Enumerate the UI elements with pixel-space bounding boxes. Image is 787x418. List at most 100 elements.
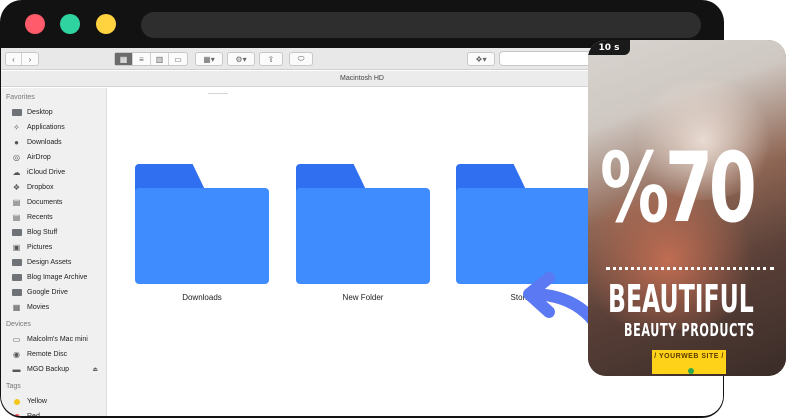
folder-name: Downloads: [182, 293, 222, 302]
tags-button[interactable]: ⬭: [289, 52, 313, 66]
maximize-window-button[interactable]: [60, 14, 80, 34]
chevron-left-icon: ‹: [12, 54, 15, 64]
sidebar-item[interactable]: ▭ Malcolm's Mac mini: [1, 332, 106, 347]
folder-name: New Folder: [342, 293, 384, 302]
dropbox-icon: ❖▾: [475, 54, 487, 64]
sidebar-item-label: Movies: [27, 304, 50, 311]
sidebar-item[interactable]: Desktop: [1, 105, 106, 120]
sidebar-item[interactable]: ● Downloads: [1, 135, 106, 150]
timer-badge: 10 s: [588, 40, 630, 55]
folder-icon: [11, 288, 22, 297]
folder-glyph: [11, 109, 22, 116]
sidebar-item-label: Dropbox: [27, 184, 54, 191]
sidebar-item[interactable]: ▣ Pictures: [1, 240, 106, 255]
tag-dot-icon: [11, 397, 22, 406]
sidebar-item-label: MGO Backup: [27, 366, 70, 373]
sidebar-item[interactable]: Red: [1, 409, 106, 416]
disc-icon: ◉: [13, 350, 20, 359]
gallery-icon: ▭: [174, 54, 182, 64]
folder-icon: [11, 258, 22, 267]
list-icon: ≡: [139, 54, 144, 64]
sidebar-item[interactable]: ▬ MGO Backup ⏏: [1, 362, 106, 377]
column-view-button[interactable]: ▥: [151, 53, 169, 65]
sidebar-item-label: AirDrop: [27, 154, 51, 161]
forward-button[interactable]: ›: [22, 53, 38, 65]
folder-glyph: [11, 229, 22, 236]
eject-icon[interactable]: ⏏: [92, 366, 98, 373]
sidebar-item[interactable]: ▤ Recents: [1, 210, 106, 225]
icon-view-button[interactable]: ▦: [115, 53, 133, 65]
folder-glyph: [11, 259, 22, 266]
recents-icon: ▤: [12, 213, 21, 222]
sidebar-item-label: Red: [27, 413, 40, 416]
promo-title: BEAUTIFUL: [608, 277, 754, 321]
applications-icon: ✧: [13, 123, 20, 132]
list-view-button[interactable]: ≡: [133, 53, 151, 65]
status-dot: [688, 368, 694, 374]
dropbox-button[interactable]: ❖▾: [467, 52, 495, 66]
group-button[interactable]: ▦▾: [195, 52, 223, 66]
minimize-window-button[interactable]: [96, 14, 116, 34]
dotted-divider: [606, 267, 774, 270]
sidebar-item[interactable]: ▦ Movies: [1, 300, 106, 315]
sidebar-item[interactable]: ▤ Documents: [1, 195, 106, 210]
desktop-icon: [11, 108, 22, 117]
sidebar-item[interactable]: ❖ Dropbox: [1, 180, 106, 195]
sidebar-item[interactable]: Blog Stuff: [1, 225, 106, 240]
dropbox-icon: ❖: [12, 183, 21, 192]
camera-icon: ▣: [12, 243, 21, 252]
nav-buttons: ‹ ›: [5, 52, 39, 66]
gallery-view-button[interactable]: ▭: [169, 53, 187, 65]
search-input[interactable]: [499, 51, 595, 66]
sidebar-section-heading: Devices: [6, 321, 31, 328]
sidebar-item-label: Blog Image Archive: [27, 274, 88, 281]
sidebar-item-label: Documents: [27, 199, 63, 206]
sidebar-item-label: Malcolm's Mac mini: [27, 336, 88, 343]
sidebar-item-label: Design Assets: [27, 259, 72, 266]
sidebar-item[interactable]: ◎ AirDrop: [1, 150, 106, 165]
folder-icon-body: [456, 188, 590, 284]
tag-color-dot: [13, 413, 20, 416]
back-button[interactable]: ‹: [6, 53, 22, 65]
action-button[interactable]: ⚙▾: [227, 52, 255, 66]
sidebar-item-label: iCloud Drive: [27, 169, 66, 176]
drive-icon: ▬: [12, 365, 21, 374]
documents-icon: ▤: [12, 198, 21, 207]
cloud-icon: ☁: [12, 168, 21, 177]
group-icon: ▦▾: [203, 54, 215, 64]
share-button[interactable]: ⇪: [259, 52, 283, 66]
sidebar-item-label: Applications: [27, 124, 65, 131]
folder-icon-body: [296, 188, 430, 284]
tag-color-dot: [13, 398, 20, 405]
sidebar-item[interactable]: Design Assets: [1, 255, 106, 270]
folder-glyph: [11, 289, 22, 296]
folder-icon-body: [135, 188, 269, 284]
sidebar-item[interactable]: ◉ Remote Disc: [1, 347, 106, 362]
story-ad-card[interactable]: 10 s %70 BEAUTIFUL BEAUTY PRODUCTS / YOU…: [588, 40, 786, 376]
chevron-right-icon: ›: [28, 54, 32, 64]
computer-icon: ▭: [12, 335, 21, 344]
downloads-icon: ●: [14, 138, 19, 147]
sidebar-section-heading: Favorites: [6, 94, 35, 101]
tag-icon: ⬭: [297, 54, 305, 63]
sidebar-item-label: Blog Stuff: [27, 229, 58, 236]
sidebar-item[interactable]: Yellow: [1, 394, 106, 409]
sidebar-item[interactable]: Blog Image Archive: [1, 270, 106, 285]
sidebar-item[interactable]: Google Drive: [1, 285, 106, 300]
folder-glyph: [11, 274, 22, 281]
sidebar-item-label: Remote Disc: [27, 351, 68, 358]
folder-icon: [11, 228, 22, 237]
sidebar-section-heading: Tags: [6, 383, 21, 390]
sidebar: Favorites Desktop ✧ Applications ● Downloads ◎…: [1, 88, 107, 416]
close-window-button[interactable]: [25, 14, 45, 34]
sidebar-item-label: Desktop: [27, 109, 53, 116]
gear-icon: ⚙▾: [235, 54, 247, 64]
tag-dot-icon: [11, 412, 22, 416]
discount-headline: %70: [600, 132, 757, 244]
scroll-indicator: [208, 93, 228, 94]
movies-icon: ▦: [12, 303, 21, 312]
share-icon: ⇪: [267, 54, 275, 64]
address-bar[interactable]: [141, 12, 701, 38]
sidebar-item[interactable]: ☁ iCloud Drive: [1, 165, 106, 180]
sidebar-item[interactable]: ✧ Applications: [1, 120, 106, 135]
